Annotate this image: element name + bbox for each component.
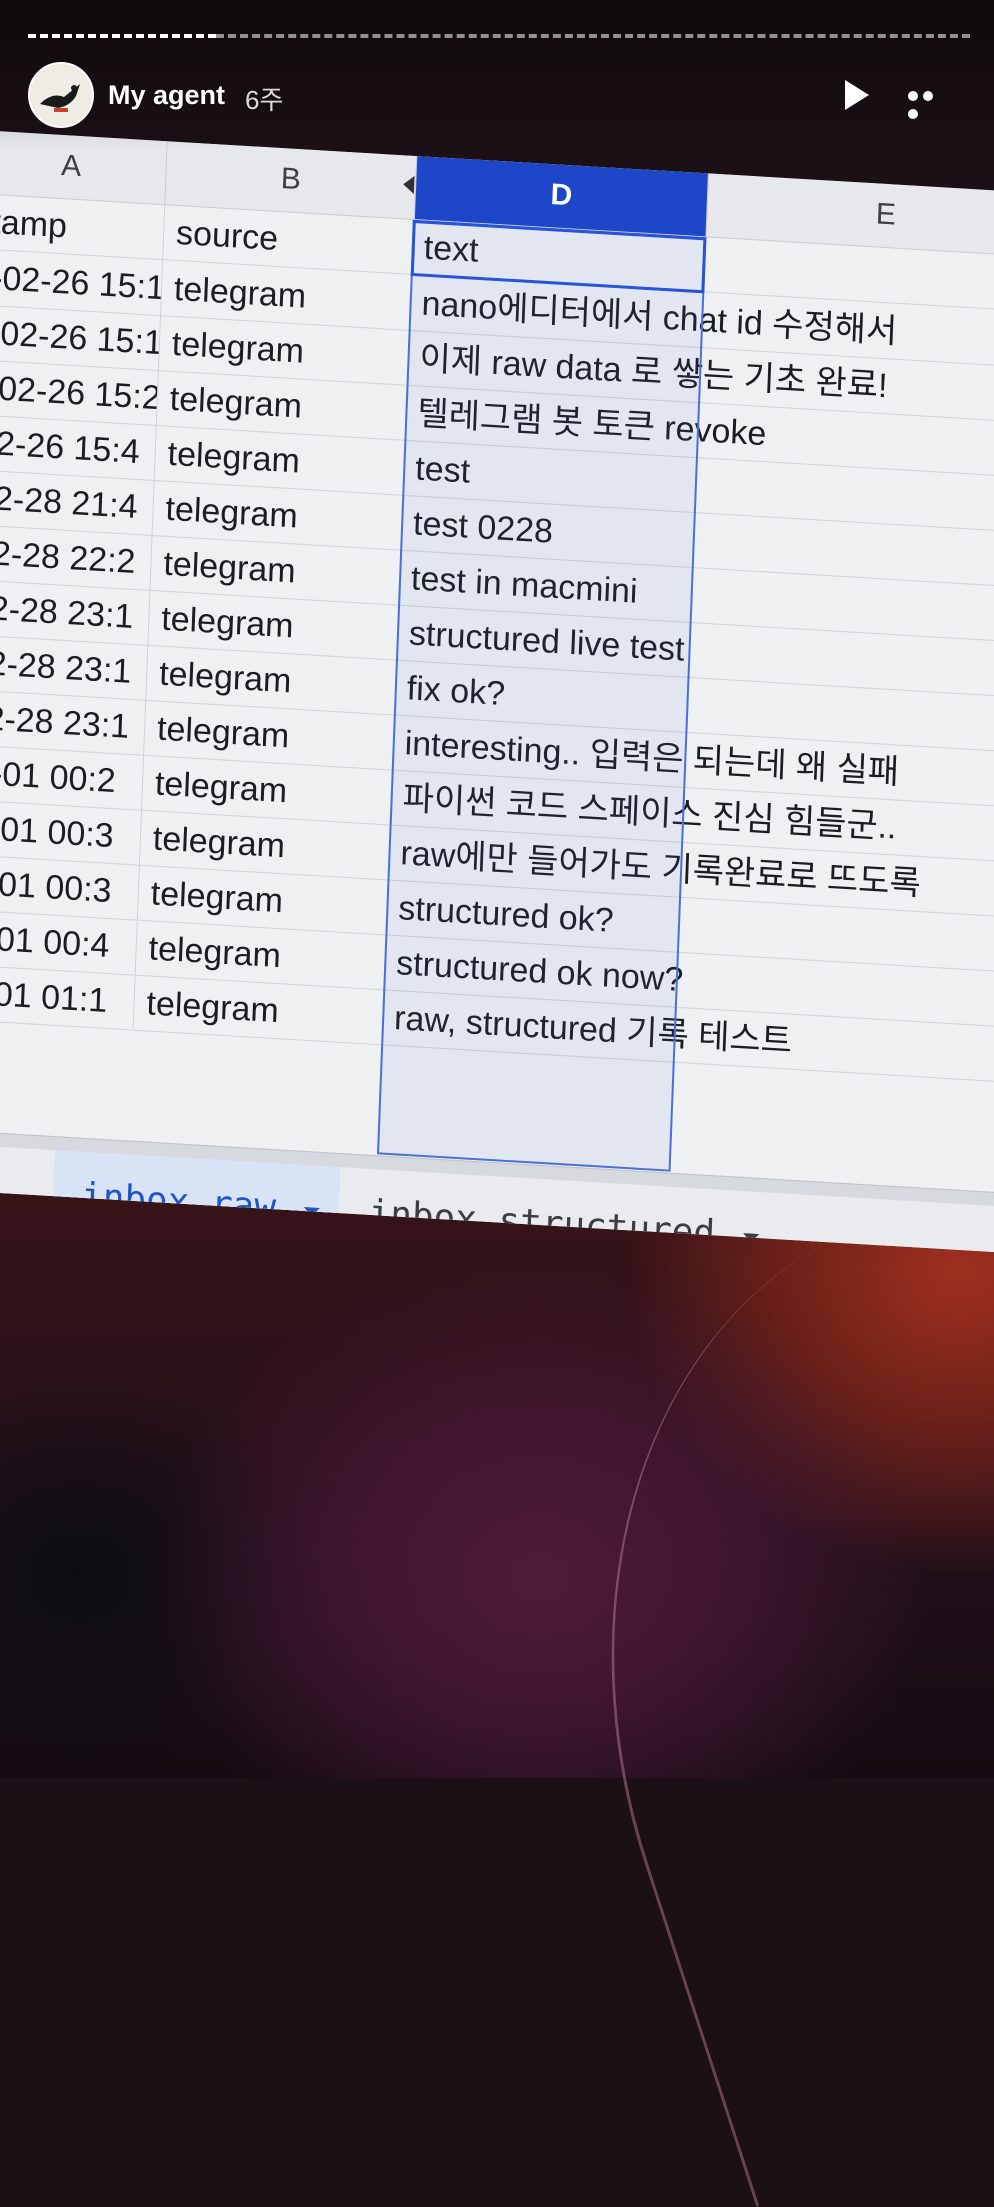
avatar[interactable] <box>28 62 94 128</box>
table-cell-a[interactable]: 03-01 00:3 <box>0 799 142 866</box>
table-cell-a[interactable]: -02-28 23:1 <box>0 634 149 701</box>
cell-header-stamp[interactable]: stamp <box>0 193 166 261</box>
table-cell-a[interactable]: -02-26 15:4 <box>0 414 157 482</box>
column-header-e-label: E <box>875 197 897 232</box>
story-time-ago: 6주 <box>245 85 284 115</box>
story-progress-remaining <box>216 34 970 42</box>
spreadsheet-screen: A B D E stamp source text 6-02-26 15:1 te… <box>0 130 994 1254</box>
table-cell-a[interactable]: 03-01 01:1 <box>0 964 136 1031</box>
table-cell-a[interactable]: -02-28 23:1 <box>0 689 147 756</box>
hidden-columns-left-arrow-icon[interactable] <box>402 175 415 194</box>
play-icon[interactable] <box>845 80 869 110</box>
table-cell-a[interactable]: 6-02-26 15:2 <box>0 359 159 427</box>
table-cell-a[interactable]: 6-02-26 15:1 <box>0 249 164 317</box>
story-top-gradient <box>0 0 994 150</box>
more-options-icon[interactable] <box>908 88 952 119</box>
table-cell-a[interactable]: 03-01 00:3 <box>0 854 140 921</box>
table-cell-a[interactable]: 03-01 00:4 <box>0 909 138 976</box>
story-progress-bar <box>28 34 970 38</box>
table-cell-a[interactable]: -02-28 23:1 <box>0 579 151 646</box>
column-header-a-label: A <box>60 149 82 184</box>
story-username[interactable]: My agent <box>108 80 225 111</box>
column-header-d-label: D <box>549 178 573 213</box>
table-cell-a[interactable]: -02-28 22:2 <box>0 524 153 591</box>
story-progress-fill <box>28 34 216 42</box>
table-cell-a[interactable]: 6-02-26 15:1 <box>0 304 161 372</box>
table-cell-a[interactable]: 03-01 00:2 <box>0 744 145 811</box>
table-cell-a[interactable]: -02-28 21:4 <box>0 469 155 536</box>
avatar-image-icon <box>30 64 92 126</box>
column-header-b-label: B <box>280 162 302 197</box>
